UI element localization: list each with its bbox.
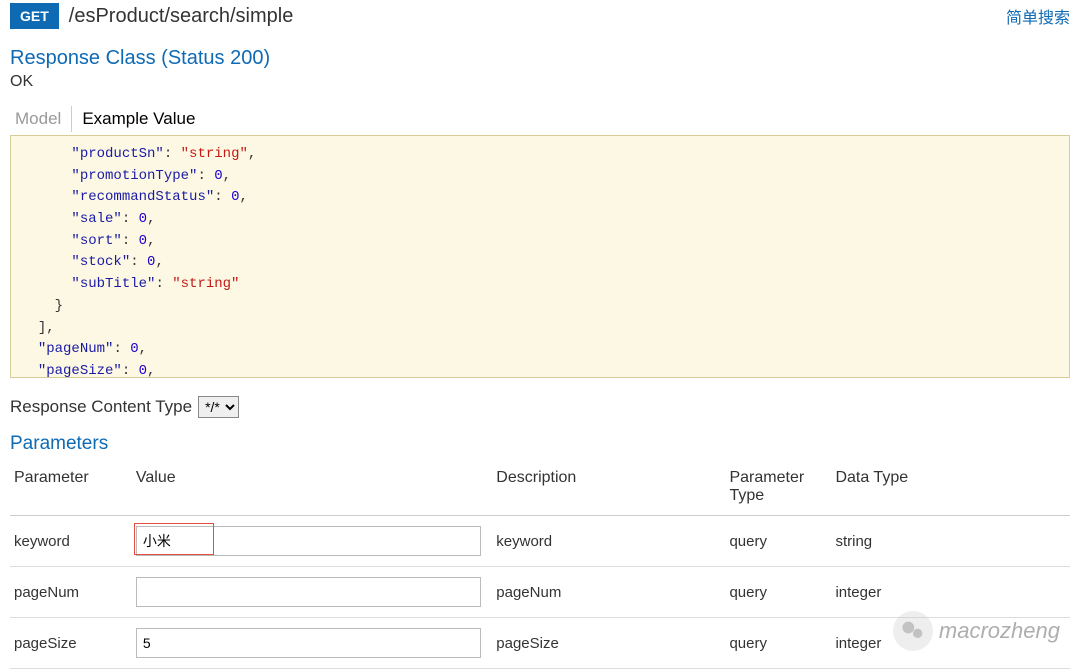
param-value-cell <box>132 567 492 618</box>
param-value-input[interactable] <box>136 628 481 658</box>
param-value-cell <box>132 618 492 669</box>
param-name-cell: keyword <box>10 516 132 567</box>
header-param-type: Parameter Type <box>725 463 831 516</box>
watermark: macrozheng <box>893 611 1060 651</box>
content-type-select[interactable]: */* <box>198 396 239 418</box>
tab-example-value[interactable]: Example Value <box>72 106 200 132</box>
param-datatype-cell: integer <box>831 567 1070 618</box>
response-content-type-row: Response Content Type */* <box>10 396 1070 418</box>
endpoint-name-link[interactable]: 简单搜索 <box>1006 4 1070 28</box>
param-value-cell <box>132 516 492 567</box>
param-description-cell: keyword <box>492 516 725 567</box>
header-parameter: Parameter <box>10 463 132 516</box>
param-type-cell: query <box>725 516 831 567</box>
param-name-cell: pageNum <box>10 567 132 618</box>
response-status-text: OK <box>10 73 1070 91</box>
param-value-input[interactable] <box>136 526 481 556</box>
http-method-badge[interactable]: GET <box>10 3 59 29</box>
param-description-cell: pageNum <box>492 567 725 618</box>
param-name-cell: pageSize <box>10 618 132 669</box>
param-type-cell: query <box>725 567 831 618</box>
endpoint-header: GET /esProduct/search/simple 简单搜索 <box>10 0 1070 32</box>
watermark-text: macrozheng <box>939 618 1060 644</box>
tab-model[interactable]: Model <box>10 106 72 132</box>
endpoint-path[interactable]: /esProduct/search/simple <box>69 5 294 28</box>
table-row: pageNumpageNumqueryinteger <box>10 567 1070 618</box>
param-value-input[interactable] <box>136 577 481 607</box>
example-value-codebox[interactable]: "productSn": "string", "promotionType": … <box>10 135 1070 378</box>
param-type-cell: query <box>725 618 831 669</box>
param-description-cell: pageSize <box>492 618 725 669</box>
header-value: Value <box>132 463 492 516</box>
parameters-title: Parameters <box>10 433 1070 455</box>
header-description: Description <box>492 463 725 516</box>
table-row: keywordkeywordquerystring <box>10 516 1070 567</box>
response-tabs: Model Example Value <box>10 106 1070 132</box>
response-class-title: Response Class (Status 200) <box>10 47 1070 70</box>
wechat-icon <box>893 611 933 651</box>
param-datatype-cell: string <box>831 516 1070 567</box>
header-data-type: Data Type <box>831 463 1070 516</box>
content-type-label: Response Content Type <box>10 397 192 417</box>
